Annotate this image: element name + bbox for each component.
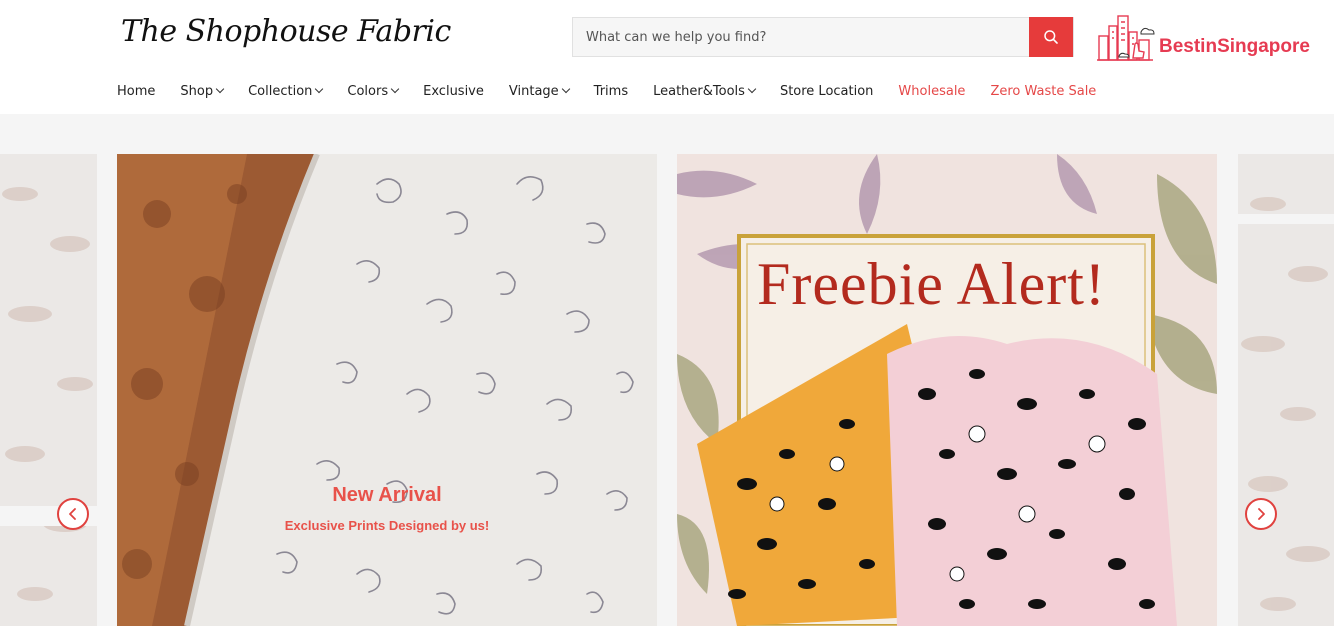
nav-label: Zero Waste Sale [990,83,1097,99]
chevron-down-icon [561,84,570,94]
nav-label: Shop [180,83,214,99]
slide-peek-next[interactable] [1238,154,1334,626]
slide-caption-title: Freebie Alert! [757,251,1106,317]
nav-label: Wholesale [898,83,966,99]
city-skyline-icon [1097,15,1155,61]
nav-label: Exclusive [423,83,484,99]
nav-label: Leather&Tools [653,83,745,99]
chevron-right-icon [1258,508,1265,520]
search-bar [572,17,1074,57]
nav-item-collection[interactable]: Collection [248,83,324,99]
site-logo[interactable]: The Shophouse Fabric [121,14,451,49]
nav-label: Home [117,83,156,99]
chevron-left-icon [69,508,76,520]
chevron-down-icon [747,84,757,94]
slide-new-arrival[interactable]: New Arrival Exclusive Prints Designed by… [117,154,657,626]
site-header: The Shophouse Fabric Bes [0,0,1334,114]
hero-carousel: New Arrival Exclusive Prints Designed by… [0,114,1334,626]
fabric-pattern-image [0,154,97,626]
chevron-down-icon [390,84,400,94]
nav-item-vintage[interactable]: Vintage [508,83,570,99]
nav-item-leather-tools[interactable]: Leather&Tools [653,83,757,99]
nav-item-home[interactable]: Home [117,84,155,99]
search-input[interactable] [573,18,1031,56]
nav-item-colors[interactable]: Colors [347,83,400,99]
badge-text: BestinSingapore [1159,36,1310,57]
nav-label: Collection [248,83,313,99]
nav-label: Colors [347,83,389,99]
slide-caption-title: New Arrival [332,484,442,506]
chevron-down-icon [315,84,324,94]
slide-freebie-alert[interactable]: Freebie Alert! [677,154,1217,626]
chevron-down-icon [215,84,225,94]
slide-peek-previous[interactable] [0,154,97,626]
nav-item-store-location[interactable]: Store Location [780,84,873,99]
best-in-singapore-badge[interactable]: BestinSingapore [1097,12,1317,66]
search-button[interactable] [1029,17,1073,57]
carousel-prev-button[interactable] [57,498,89,530]
fabric-pattern-image [1238,154,1334,626]
nav-label: Trims [593,83,629,99]
nav-item-shop[interactable]: Shop [180,83,225,99]
main-nav: Home Shop Collection Colors Exclusive Vi… [117,81,1121,101]
panda-print-fabric-image [677,154,1217,626]
nav-item-wholesale[interactable]: Wholesale [898,84,965,99]
carousel-next-button[interactable] [1245,498,1277,530]
nav-item-zero-waste-sale[interactable]: Zero Waste Sale [990,84,1096,99]
nav-label: Store Location [779,83,874,99]
nav-label: Vintage [508,83,559,99]
nav-item-trims[interactable]: Trims [594,84,628,99]
slide-caption-subtitle: Exclusive Prints Designed by us! [284,518,490,533]
dog-print-fabric-image [117,154,657,626]
nav-item-exclusive[interactable]: Exclusive [423,84,484,99]
search-icon [1044,30,1058,44]
